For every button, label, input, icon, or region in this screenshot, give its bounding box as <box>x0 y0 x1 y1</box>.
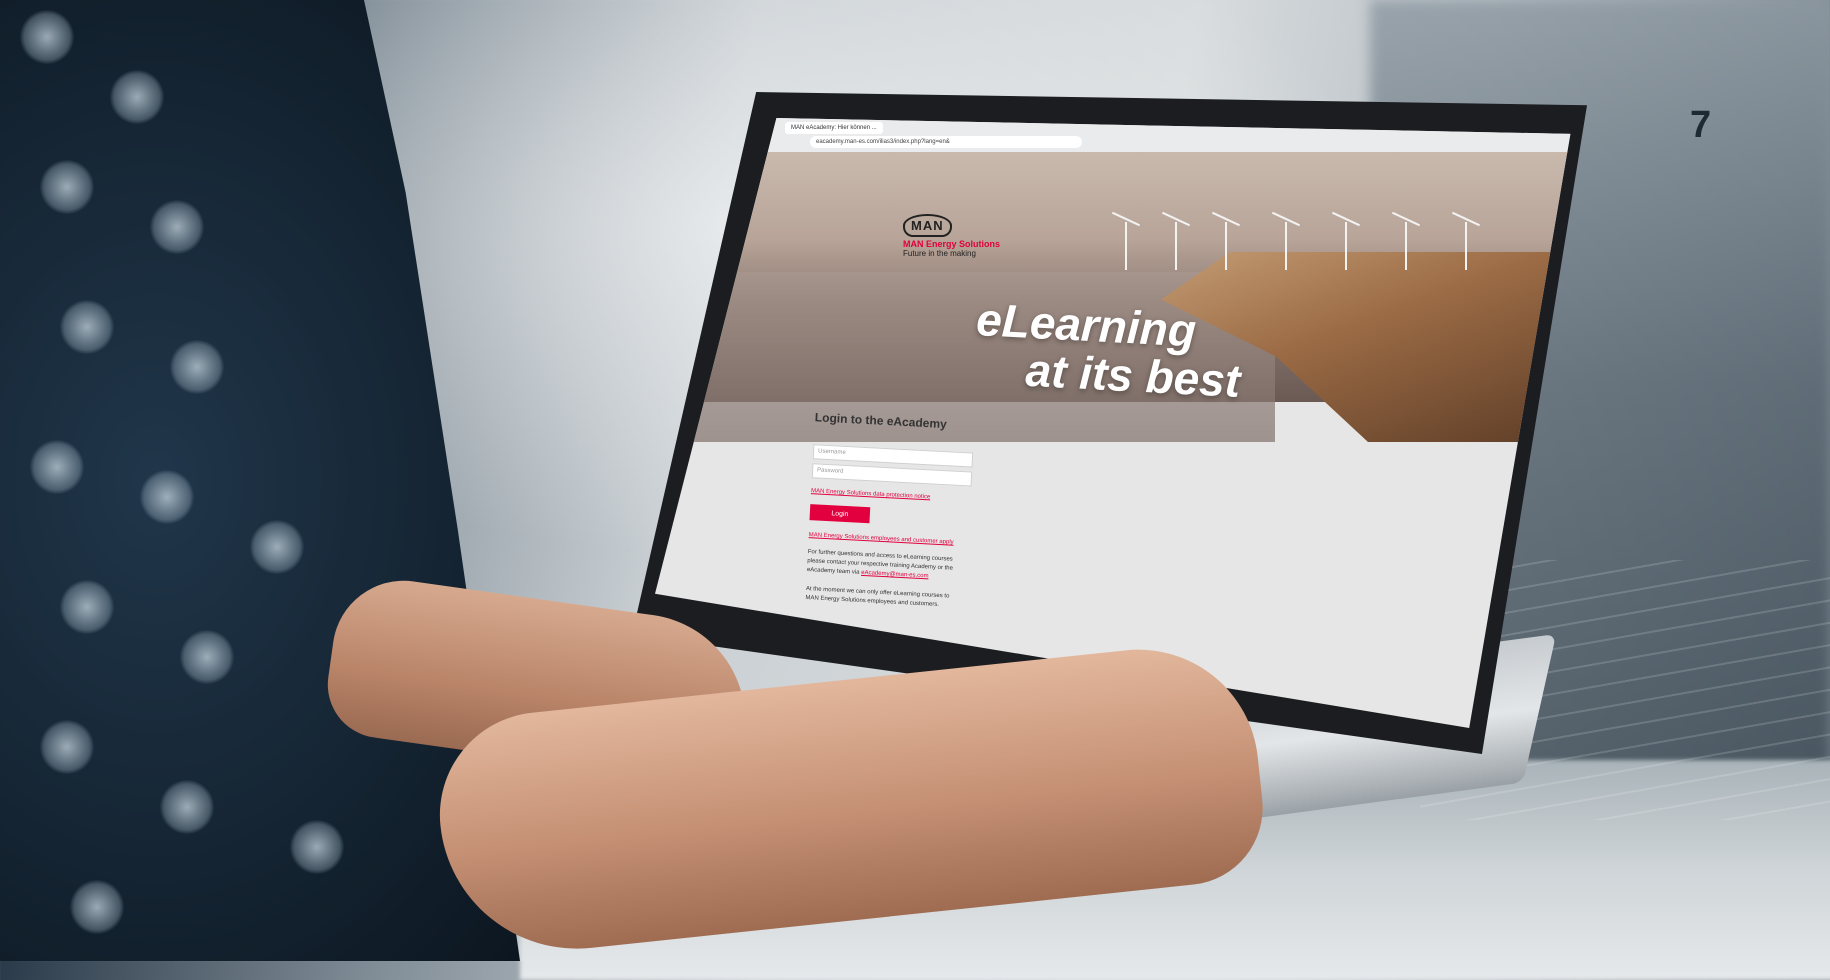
hero-headline: eLearning at its best <box>973 293 1244 407</box>
address-bar[interactable]: eacademy.man-es.com/ilias3/index.php?lan… <box>810 136 1082 148</box>
contact-info: For further questions and access to eLea… <box>807 548 958 583</box>
hero-banner: MAN MAN Energy Solutions Future in the m… <box>655 152 1571 442</box>
shirt-dot <box>150 200 204 254</box>
shirt-dot <box>170 340 224 394</box>
shirt-dot <box>110 70 164 124</box>
shirt-dot <box>290 820 344 874</box>
man-logo-badge: MAN <box>903 214 952 237</box>
login-button[interactable]: Login <box>809 504 871 524</box>
shirt-dot <box>40 720 94 774</box>
wind-turbine-icon <box>1225 222 1227 270</box>
shirt-dot <box>180 630 234 684</box>
shirt-dot <box>20 10 74 64</box>
brand-name: MAN Energy Solutions <box>903 239 1001 249</box>
contact-email-link[interactable]: eAcademy@man-es.com <box>861 570 929 580</box>
brand-tagline: Future in the making <box>903 249 976 258</box>
login-panel: Login to the eAcademy Username Password … <box>805 410 1115 618</box>
shirt-dot <box>40 160 94 214</box>
wind-turbine-icon <box>1405 222 1407 270</box>
shirt-dot <box>140 470 194 524</box>
shirt-dot <box>60 580 114 634</box>
wind-turbine-icon <box>1465 222 1467 270</box>
brand-logo[interactable]: MAN MAN Energy Solutions Future in the m… <box>903 214 1000 258</box>
wind-turbine-icon <box>1345 222 1347 270</box>
availability-note: At the moment we can only offer eLearnin… <box>805 586 950 609</box>
wind-turbine-icon <box>1285 222 1287 270</box>
password-input[interactable]: Password <box>811 463 973 487</box>
shirt-dot <box>60 300 114 354</box>
shirt-dot <box>70 880 124 934</box>
wind-turbine-icon <box>1175 222 1177 270</box>
shirt-dot <box>160 780 214 834</box>
wind-turbine-icon <box>1125 222 1127 270</box>
shirt-dot <box>30 440 84 494</box>
shirt-dot <box>250 520 304 574</box>
browser-tab[interactable]: MAN eAcademy: Hier können ... <box>785 122 883 134</box>
page-number: 7 <box>1690 104 1712 146</box>
